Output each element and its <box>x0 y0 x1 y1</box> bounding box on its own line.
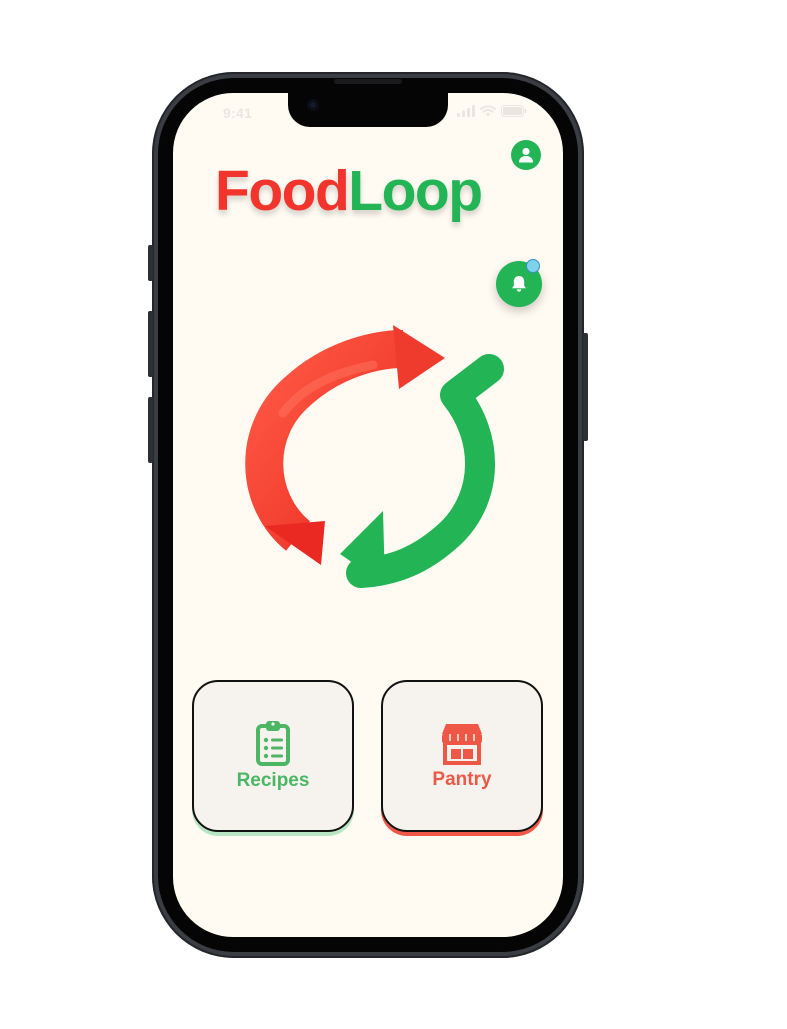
notification-badge <box>526 259 540 273</box>
user-icon <box>519 147 533 163</box>
mute-switch <box>148 245 153 281</box>
power-button <box>583 333 588 441</box>
recipes-label: Recipes <box>236 770 310 791</box>
clipboard-list-icon <box>256 721 290 766</box>
front-camera <box>307 99 319 111</box>
speaker-grille <box>334 79 402 84</box>
bell-icon <box>512 276 526 292</box>
battery-icon <box>501 105 527 117</box>
logo-text-loop: Loop <box>348 159 483 223</box>
volume-down-button <box>148 397 153 463</box>
pantry-label: Pantry <box>432 769 492 790</box>
app-screen: 9:41 FoodLoop Recipes Pantry <box>173 93 563 937</box>
stage: 9:41 FoodLoop Recipes Pantry <box>0 0 787 1029</box>
recipes-card[interactable]: Recipes <box>192 680 354 832</box>
status-time: 9:41 <box>223 105 253 121</box>
volume-up-button <box>148 311 153 377</box>
green-arrow <box>340 354 504 588</box>
cellular-signal-icon <box>457 105 475 117</box>
pantry-card[interactable]: Pantry <box>381 680 543 832</box>
app-logo: FoodLoop <box>215 163 535 220</box>
wifi-icon <box>480 105 496 117</box>
red-arrow <box>245 325 445 565</box>
storefront-icon <box>442 724 482 765</box>
notch <box>288 93 448 127</box>
status-indicators <box>457 105 527 117</box>
logo-text-food: Food <box>215 159 350 223</box>
recycle-arrows-icon <box>245 325 504 588</box>
